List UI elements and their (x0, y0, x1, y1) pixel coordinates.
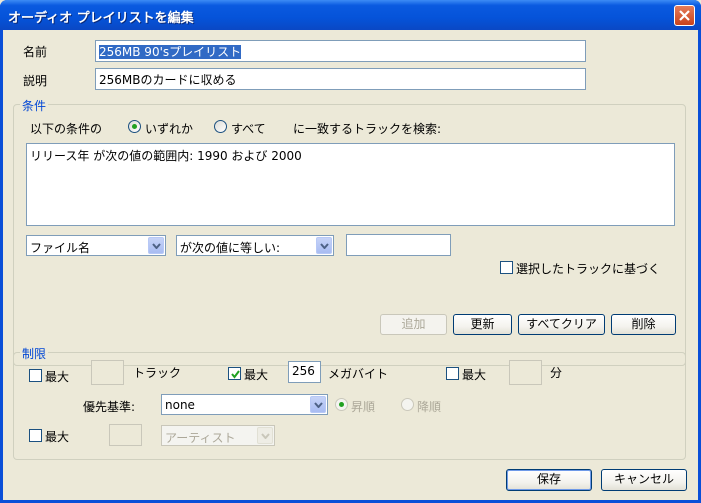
ascending-label[interactable]: 昇順 (351, 398, 375, 415)
description-field[interactable]: 256MBのカードに収める (95, 68, 586, 90)
minutes-unit-label: 分 (550, 366, 563, 380)
close-button[interactable] (674, 5, 695, 26)
field-combo-value: ファイル名 (30, 241, 91, 255)
rules-list[interactable]: リリース年 が次の値の範囲内: 1990 および 2000 (26, 143, 675, 226)
max-minutes-checkbox[interactable] (446, 367, 459, 380)
operator-combo[interactable]: が次の値に等しい: (176, 235, 334, 256)
max-mb-input[interactable]: 256 (288, 361, 321, 383)
match-prefix-label: 以下の条件の (30, 122, 103, 136)
operator-combo-value: が次の値に等しい: (180, 241, 281, 255)
based-on-selected-checkbox[interactable] (500, 261, 513, 274)
chevron-down-icon (261, 433, 270, 439)
chevron-down-icon (314, 402, 323, 408)
tracks-unit-label: トラック (133, 366, 182, 380)
match-suffix-label: に一致するトラックを検索: (293, 122, 442, 136)
field-combo[interactable]: ファイル名 (26, 235, 166, 256)
limits-group-title: 制限 (20, 345, 49, 362)
description-label: 説明 (23, 74, 48, 88)
priority-combo[interactable]: none (161, 394, 328, 415)
close-icon (679, 10, 690, 21)
chevron-down-icon (320, 243, 329, 249)
save-button[interactable]: 保存 (506, 469, 592, 491)
max-artist-label[interactable]: 最大 (45, 428, 69, 445)
based-on-selected-label[interactable]: 選択したトラックに基づく (516, 260, 660, 277)
conditions-group-title: 条件 (20, 97, 49, 114)
ascending-radio[interactable] (335, 398, 348, 411)
operator-combo-dropdown[interactable] (316, 237, 332, 254)
max-tracks-input[interactable] (91, 360, 124, 385)
max-minutes-label[interactable]: 最大 (462, 366, 486, 383)
artist-combo[interactable]: アーティスト (161, 425, 275, 446)
max-tracks-checkbox[interactable] (29, 369, 42, 382)
name-field[interactable]: 256MB 90'sプレイリスト (95, 40, 586, 62)
name-value: 256MB 90'sプレイリスト (99, 45, 242, 59)
artist-combo-dropdown[interactable] (257, 427, 273, 444)
descending-radio[interactable] (401, 398, 414, 411)
field-combo-dropdown[interactable] (148, 237, 164, 254)
max-mb-checkbox[interactable] (228, 367, 241, 380)
cancel-button[interactable]: キャンセル (601, 469, 687, 491)
update-button[interactable]: 更新 (453, 314, 512, 335)
max-tracks-label[interactable]: 最大 (45, 368, 69, 385)
checkmark-icon (231, 370, 240, 379)
mb-unit-label: メガバイト (328, 367, 389, 381)
match-any-label[interactable]: いずれか (145, 120, 193, 137)
priority-label: 優先基準: (83, 400, 136, 414)
max-artist-checkbox[interactable] (29, 429, 42, 442)
max-artist-input[interactable] (109, 424, 142, 446)
condition-value-input[interactable] (346, 234, 451, 256)
descending-label[interactable]: 降順 (417, 398, 441, 415)
clear-all-button[interactable]: すべてクリア (518, 314, 605, 335)
add-button[interactable]: 追加 (380, 314, 447, 335)
dialog-body: 名前 256MB 90'sプレイリスト 説明 256MBのカードに収める 条件 … (3, 30, 698, 500)
max-mb-label[interactable]: 最大 (244, 366, 268, 383)
match-all-radio[interactable] (214, 120, 227, 133)
name-label: 名前 (23, 45, 48, 59)
max-minutes-input[interactable] (509, 360, 542, 385)
chevron-down-icon (152, 243, 161, 249)
title-bar[interactable]: オーディオ プレイリストを編集 (0, 0, 701, 30)
window-title: オーディオ プレイリストを編集 (8, 11, 194, 26)
dialog-window: オーディオ プレイリストを編集 名前 256MB 90'sプレイリスト 説明 2… (0, 0, 701, 503)
priority-combo-dropdown[interactable] (310, 396, 326, 413)
match-all-label[interactable]: すべて (231, 120, 266, 137)
rule-item[interactable]: リリース年 が次の値の範囲内: 1990 および 2000 (30, 147, 671, 164)
delete-button[interactable]: 削除 (611, 314, 676, 335)
artist-combo-value: アーティスト (165, 431, 236, 445)
priority-combo-value: none (165, 398, 195, 412)
match-any-radio[interactable] (128, 120, 141, 133)
